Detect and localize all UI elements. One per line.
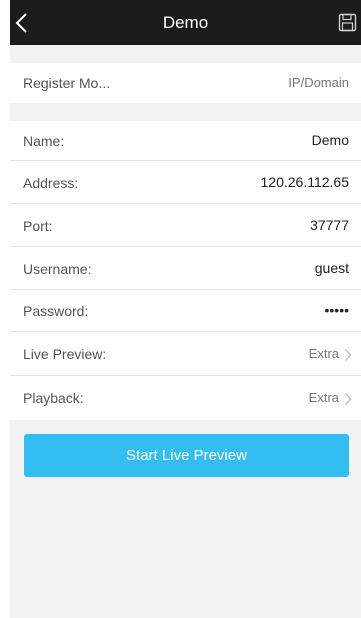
live-preview-row[interactable]: Live Preview: Extra: [10, 332, 361, 376]
register-mode-value: IP/Domain: [288, 75, 349, 90]
navigation-bar: Demo: [10, 0, 361, 45]
password-row[interactable]: Password: •••••: [10, 290, 361, 332]
chevron-right-icon: [344, 348, 352, 362]
start-live-preview-button[interactable]: Start Live Preview: [24, 434, 349, 477]
register-mode-row[interactable]: Register Mo... IP/Domain: [10, 63, 361, 103]
password-label: Password:: [23, 303, 89, 319]
floppy-disk-icon[interactable]: [338, 13, 357, 32]
playback-row[interactable]: Playback: Extra: [10, 376, 361, 420]
playback-label: Playback:: [23, 390, 84, 406]
register-mode-group: Register Mo... IP/Domain: [10, 63, 361, 103]
device-settings-group: Name: Demo Address: 120.26.112.65 Port: …: [10, 121, 361, 420]
live-preview-value: Extra: [308, 346, 339, 361]
username-row[interactable]: Username: guest: [10, 247, 361, 290]
register-mode-label: Register Mo...: [23, 75, 111, 91]
port-field[interactable]: 37777: [310, 217, 349, 233]
address-row[interactable]: Address: 120.26.112.65: [10, 161, 361, 204]
playback-value: Extra: [308, 390, 339, 405]
address-field[interactable]: 120.26.112.65: [261, 174, 350, 190]
address-label: Address:: [23, 175, 79, 191]
name-field[interactable]: Demo: [312, 132, 349, 148]
live-preview-label: Live Preview:: [23, 346, 107, 362]
password-field[interactable]: •••••: [324, 302, 349, 318]
page-title: Demo: [162, 13, 209, 32]
name-row[interactable]: Name: Demo: [10, 121, 361, 161]
port-row[interactable]: Port: 37777: [10, 204, 361, 247]
name-label: Name:: [23, 133, 65, 149]
username-label: Username:: [23, 261, 92, 277]
chevron-right-icon: [344, 392, 352, 406]
screen: Demo Register Mo... IP/Domain Name: Demo…: [10, 0, 361, 618]
username-field[interactable]: guest: [315, 260, 349, 276]
port-label: Port:: [23, 218, 53, 234]
